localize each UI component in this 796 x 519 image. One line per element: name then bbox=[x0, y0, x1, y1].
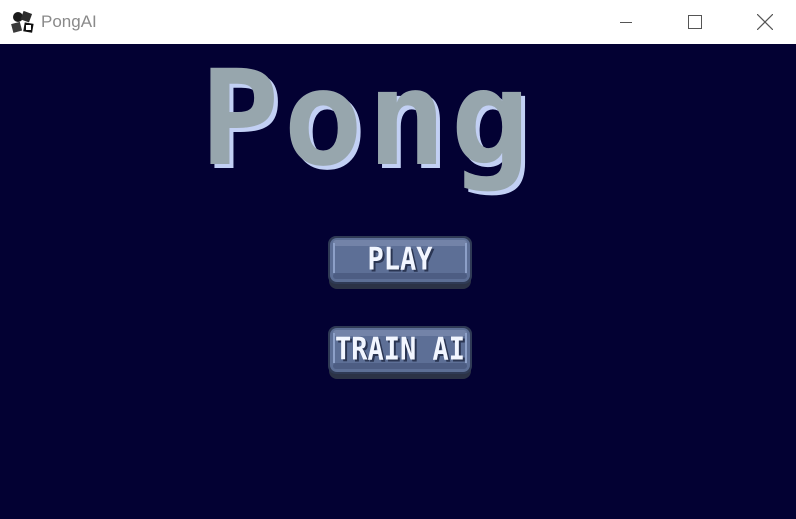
train-ai-button-label: TRAIN AI bbox=[334, 331, 466, 367]
close-icon bbox=[757, 14, 773, 30]
pong-app-icon bbox=[11, 10, 34, 33]
close-button[interactable] bbox=[742, 0, 788, 44]
maximize-button[interactable] bbox=[672, 0, 718, 44]
play-button-label: PLAY bbox=[367, 241, 433, 277]
minimize-icon bbox=[620, 22, 632, 23]
window-title: PongAI bbox=[41, 12, 97, 31]
logo-text: Pong AI bbox=[200, 50, 604, 196]
game-canvas: Pong AI Pong AI PLAY bbox=[0, 44, 796, 519]
minimize-button[interactable] bbox=[603, 0, 649, 44]
app-window: PongAI Pong AI Pong AI bbox=[0, 0, 796, 519]
play-button[interactable]: PLAY bbox=[327, 235, 473, 290]
title-bar[interactable]: PongAI bbox=[0, 0, 796, 44]
train-ai-button[interactable]: TRAIN AI bbox=[327, 325, 473, 380]
game-logo: Pong AI Pong AI bbox=[200, 50, 604, 196]
maximize-icon bbox=[688, 15, 702, 29]
